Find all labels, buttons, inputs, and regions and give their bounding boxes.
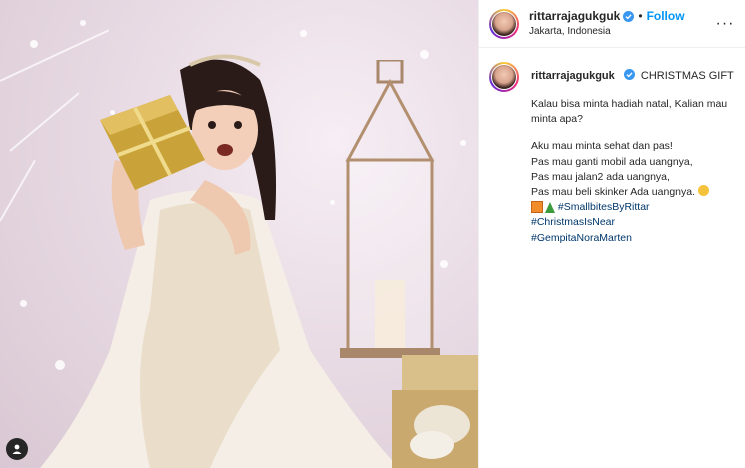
verified-badge-icon [623,10,635,22]
avatar-ring [491,10,517,37]
avatar-image [492,65,516,89]
avatar-ring [491,64,517,90]
post-photo[interactable] [0,0,478,468]
instagram-post: rittarrajagukguk • Follow Jakarta, Indon… [0,0,745,468]
caption-line: Pas mau ganti mobil ada uangnya, [531,155,693,168]
hashtag-link[interactable]: #SmallbitesByRittar [558,201,650,213]
caption-username[interactable]: rittarrajagukguk [531,70,615,82]
bokeh-light [300,30,307,37]
bokeh-light [20,300,27,307]
hashtag-row: #SmallbitesByRittar [531,200,735,215]
user-tag-icon[interactable] [6,438,28,460]
hashtag-link[interactable]: #GempitaNoraMarten [531,231,735,246]
caption-avatar[interactable] [489,62,519,92]
avatar[interactable] [489,8,519,39]
post-sidebar: rittarrajagukguk • Follow Jakarta, Indon… [478,0,745,468]
avatar-image [492,11,516,36]
header-row: rittarrajagukguk • Follow [529,9,715,23]
caption-line: Aku mau minta sehat dan pas! [531,140,673,153]
bokeh-light [30,40,38,48]
follow-button[interactable]: Follow [647,9,685,23]
username-link[interactable]: rittarrajagukguk [529,9,620,23]
caption-line: Pas mau jalan2 ada uangnya, [531,170,670,183]
bokeh-light [420,50,429,59]
tree-emoji-icon [545,201,555,213]
girl-with-gift [40,50,400,468]
grin-emoji-icon [697,185,709,197]
caption-line-with-emoji: Pas mau beli skinker Ada uangnya. [531,185,735,200]
gift-emoji-icon [531,201,543,214]
gift-box-decoration [392,355,478,468]
hashtag-link[interactable]: #ChristmasIsNear [531,215,735,230]
verified-badge-icon [623,69,635,80]
location-link[interactable]: Jakarta, Indonesia [529,26,715,38]
bokeh-light [80,20,86,26]
caption-title-row: rittarrajagukguk CHRISTMAS GIFT [531,69,735,85]
caption: rittarrajagukguk CHRISTMAS GIFT Kalau bi… [479,48,745,260]
bokeh-light [460,140,466,146]
separator-dot: • [638,9,643,24]
caption-text: rittarrajagukguk CHRISTMAS GIFT Kalau bi… [531,62,735,246]
caption-line: Pas mau beli skinker Ada uangnya. [531,186,696,199]
caption-title: CHRISTMAS GIFT [640,70,734,82]
caption-line: Kalau bisa minta hadiah natal, Kalian ma… [531,97,728,126]
header-text: rittarrajagukguk • Follow Jakarta, Indon… [529,9,715,37]
more-options-icon[interactable]: ··· [715,15,735,33]
decorative-branch [0,159,36,222]
post-header: rittarrajagukguk • Follow Jakarta, Indon… [479,0,745,48]
emoji-group [531,201,555,214]
bokeh-light [440,260,448,268]
